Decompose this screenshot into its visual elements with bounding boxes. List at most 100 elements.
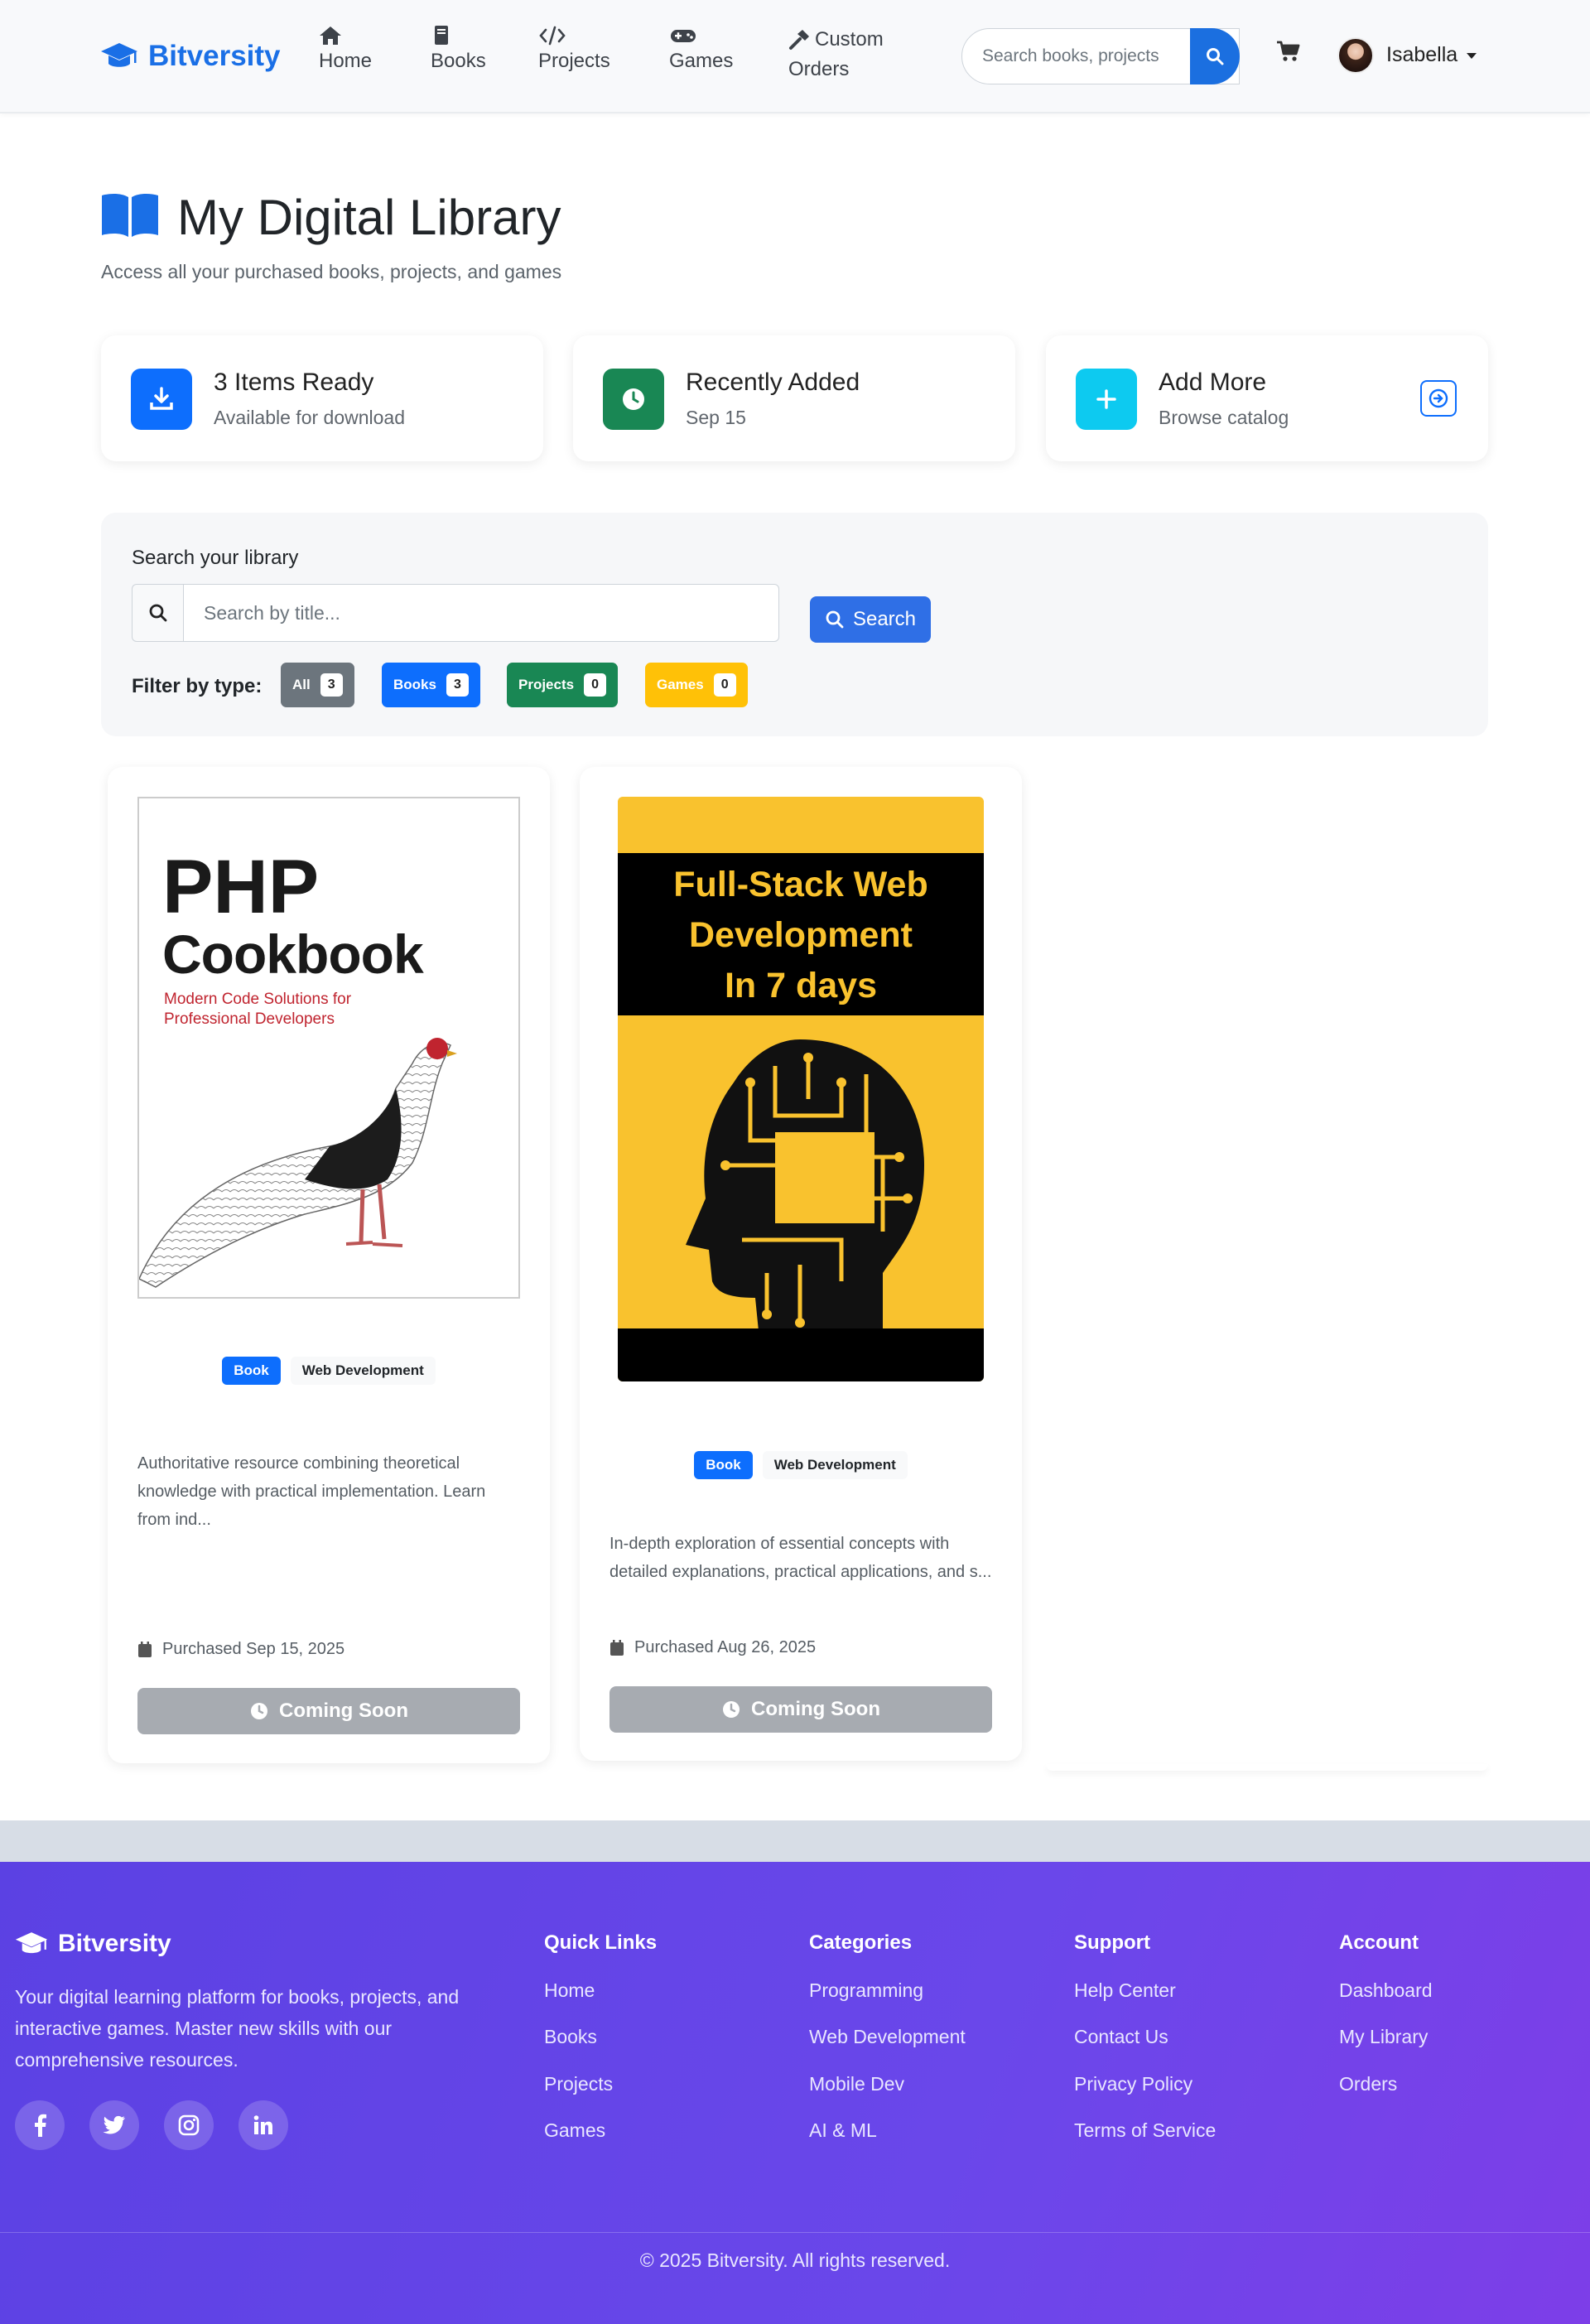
user-name: Isabella (1386, 43, 1458, 66)
category-badge: Web Development (762, 1451, 908, 1479)
footer-top-band (0, 1820, 1590, 1862)
user-menu[interactable]: Isabella (1386, 43, 1477, 67)
footer-link-contact-us[interactable]: Contact Us (1074, 2026, 1168, 2048)
facebook-link[interactable] (15, 2100, 65, 2150)
nav-books[interactable]: Books (431, 25, 486, 76)
linkedin-link[interactable] (238, 2100, 288, 2150)
avatar[interactable] (1337, 37, 1374, 74)
library-search-button-label: Search (852, 608, 917, 630)
nav-projects[interactable]: Projects (538, 25, 610, 76)
plus-icon (1076, 369, 1137, 430)
footer-link-help-center[interactable]: Help Center (1074, 1979, 1176, 2002)
library-search-input[interactable]: Search by title... (183, 584, 779, 642)
filter-count: 3 (446, 673, 469, 697)
filter-label-text: Books (393, 677, 436, 692)
stat-subtitle: Available for download (214, 407, 406, 428)
arrow-right-icon (1429, 388, 1448, 408)
cover-line: Development (688, 915, 913, 955)
footer-heading-quick-links: Quick Links (544, 1931, 658, 1954)
nav-projects-label: Projects (538, 50, 610, 72)
filter-label: Filter by type: (132, 675, 263, 697)
nav-home[interactable]: Home (319, 25, 372, 76)
cart-icon (1277, 41, 1300, 61)
footer-heading-account: Account (1339, 1931, 1419, 1954)
empty-card-slot (1046, 1764, 1488, 1771)
cover-title: Cookbook (162, 923, 424, 985)
cover-title: Full-Stack Web Development In 7 days (618, 860, 984, 1011)
footer-link-projects[interactable]: Projects (544, 2073, 613, 2095)
nav-custom-orders[interactable]: Custom Orders (788, 25, 884, 84)
library-search-label: Search your library (132, 547, 299, 569)
site-search-placeholder: Search books, projects (982, 46, 1159, 65)
footer-link-dashboard[interactable]: Dashboard (1339, 1979, 1433, 2002)
nav-home-label: Home (319, 50, 373, 72)
book-cover-php-cookbook[interactable]: PHP Cookbook Modern Code Solutions for P… (137, 797, 520, 1299)
footer-link-ai-ml[interactable]: AI & ML (809, 2119, 877, 2142)
footer-link-books[interactable]: Books (544, 2026, 597, 2048)
item-tags: Book Web Development (137, 1357, 520, 1385)
footer-link-my-library[interactable]: My Library (1339, 2026, 1428, 2048)
stat-card-recent: Recently Added Sep 15 (573, 335, 1015, 461)
type-badge: Book (222, 1357, 281, 1385)
item-description: Authoritative resource combining theoret… (137, 1454, 486, 1529)
coming-soon-button[interactable]: Coming Soon (137, 1688, 520, 1734)
item-tags: Book Web Development (610, 1451, 992, 1479)
library-search-button[interactable]: Search (810, 596, 931, 643)
purchase-date: Purchased Aug 26, 2025 (610, 1638, 816, 1657)
stat-title: Add More (1159, 369, 1267, 396)
footer-link-orders[interactable]: Orders (1339, 2073, 1397, 2095)
clock-icon (251, 1703, 267, 1719)
hammer-icon (789, 30, 809, 50)
footer-divider (0, 2232, 1590, 2233)
filter-projects[interactable]: Projects 0 (507, 663, 618, 707)
instagram-link[interactable] (164, 2100, 214, 2150)
filter-count: 0 (713, 673, 736, 697)
footer-link-privacy-policy[interactable]: Privacy Policy (1074, 2073, 1192, 2095)
item-description: In-depth exploration of essential concep… (610, 1535, 992, 1581)
stat-card-add-more[interactable]: Add More Browse catalog (1046, 335, 1488, 461)
category-badge: Web Development (290, 1357, 436, 1385)
cover-title: PHP (162, 845, 320, 929)
search-icon (1207, 48, 1224, 65)
book-icon (435, 26, 448, 45)
open-book-icon (100, 192, 160, 243)
stat-subtitle: Sep 15 (686, 407, 746, 428)
filter-all[interactable]: All 3 (281, 663, 354, 707)
facebook-icon (35, 2114, 46, 2137)
arrow-right-button[interactable] (1420, 380, 1457, 417)
coming-soon-button[interactable]: Coming Soon (610, 1686, 992, 1733)
nav-orders-label: Orders (788, 58, 850, 80)
footer-brand[interactable]: Bitversity (15, 1930, 171, 1958)
footer-link-programming[interactable]: Programming (809, 1979, 923, 2002)
filter-games[interactable]: Games 0 (645, 663, 748, 707)
stat-title: Recently Added (686, 369, 860, 396)
nav-custom-label: Custom (815, 28, 884, 51)
purchase-date-text: Purchased Sep 15, 2025 (162, 1640, 345, 1658)
filter-label-text: Projects (518, 677, 575, 692)
footer-link-home[interactable]: Home (544, 1979, 595, 2002)
cover-bottom-band (618, 1328, 984, 1381)
filter-count: 0 (584, 673, 606, 697)
footer-link-terms[interactable]: Terms of Service (1074, 2119, 1216, 2142)
footer-heading-support: Support (1074, 1931, 1150, 1954)
twitter-link[interactable] (89, 2100, 139, 2150)
stat-subtitle: Browse catalog (1159, 407, 1289, 428)
coming-soon-label: Coming Soon (279, 1700, 408, 1722)
footer-link-games[interactable]: Games (544, 2119, 605, 2142)
footer-description: Your digital learning platform for books… (15, 1986, 460, 2071)
filter-books[interactable]: Books 3 (382, 663, 480, 707)
brand-logo[interactable]: Bitversity (100, 36, 281, 76)
footer-link-mobile-dev[interactable]: Mobile Dev (809, 2073, 904, 2095)
linkedin-icon (253, 2115, 272, 2134)
footer-link-web-development[interactable]: Web Development (809, 2026, 966, 2048)
twitter-icon (103, 2115, 125, 2134)
book-cover-fullstack[interactable]: Full-Stack Web Development In 7 days (618, 797, 984, 1381)
filter-label-text: Games (657, 677, 704, 692)
instagram-icon (178, 2114, 200, 2136)
nav-games-label: Games (669, 50, 734, 72)
cart-button[interactable] (1276, 40, 1301, 67)
clock-icon (603, 369, 664, 430)
brand-name: Bitversity (148, 40, 281, 72)
nav-games[interactable]: Games (669, 25, 733, 76)
page-title: My Digital Library (177, 190, 561, 245)
